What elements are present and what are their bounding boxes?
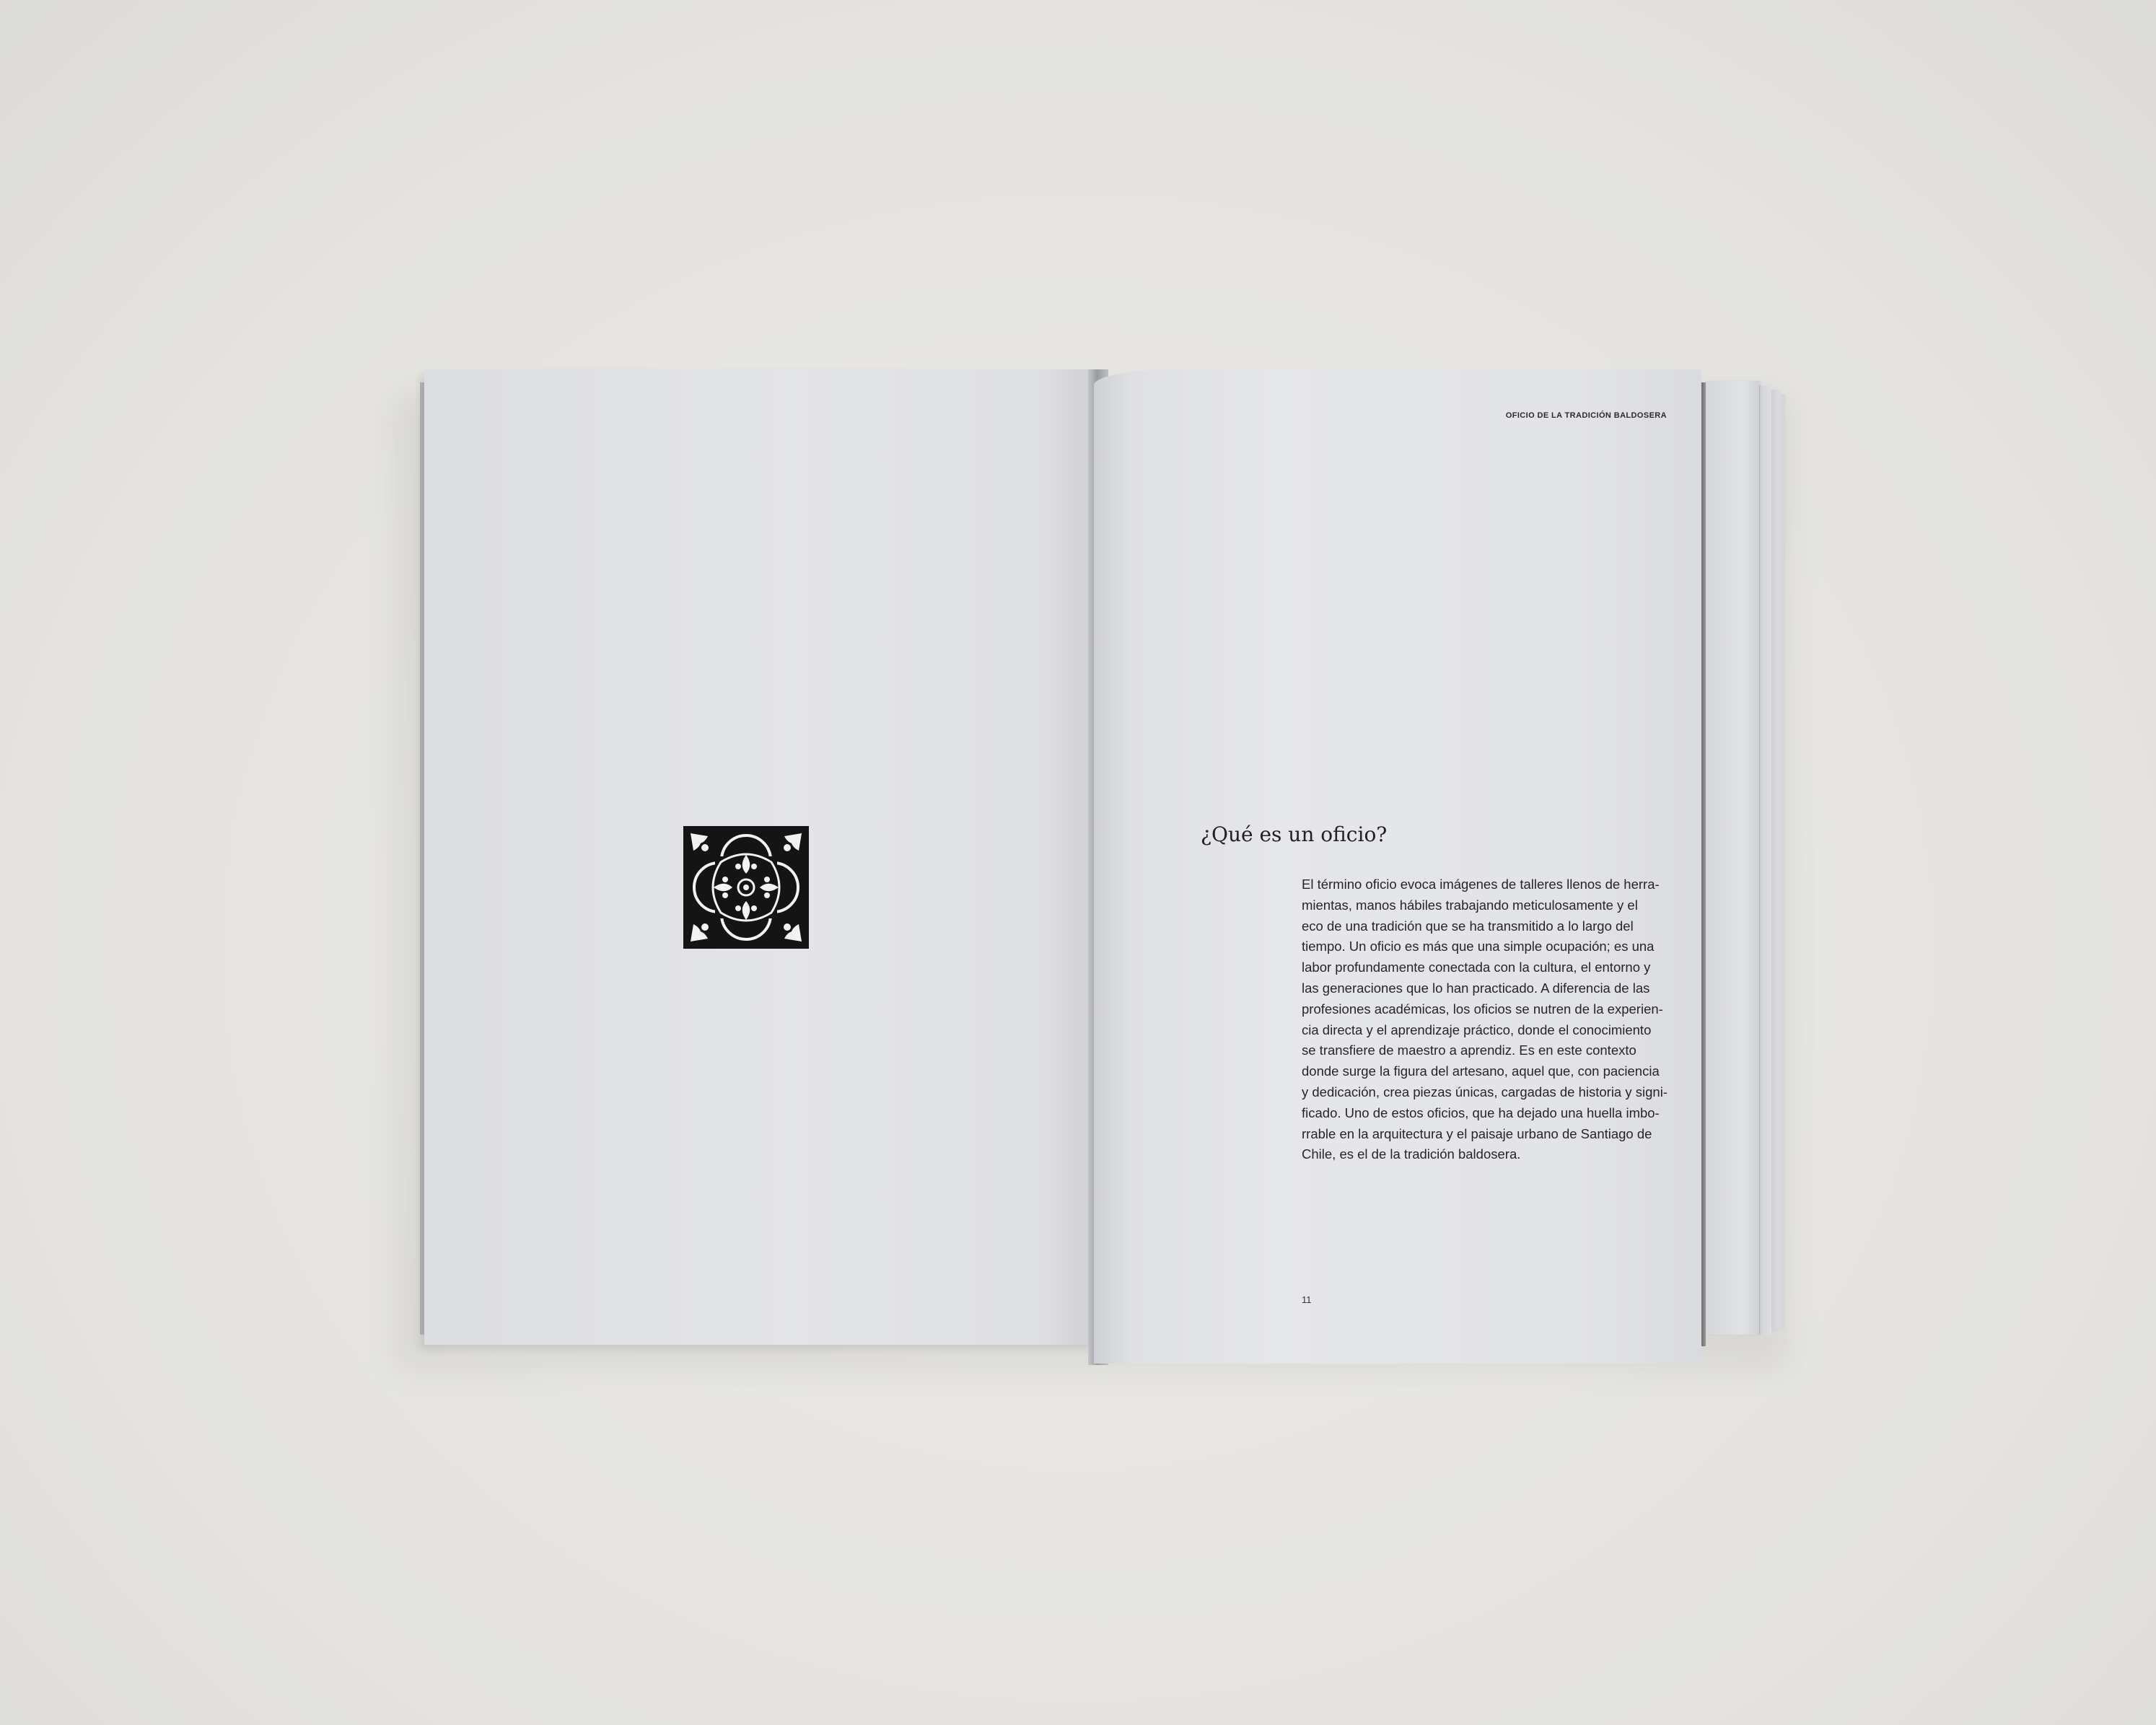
body-line: ficado. Uno de estos oficios, que ha dej… — [1302, 1105, 1660, 1120]
page-stack-edge — [1771, 390, 1780, 1332]
body-line: cia directa y el aprendizaje práctico, d… — [1302, 1022, 1652, 1037]
body-line: eco de una tradición que se ha transmiti… — [1302, 918, 1634, 934]
tile-ornament-icon — [683, 826, 809, 949]
body-line: se transfiere de maestro a aprendiz. Es … — [1302, 1043, 1636, 1058]
body-line: donde surge la figura del artesano, aque… — [1302, 1063, 1660, 1079]
body-paragraph: El término oficio evoca imágenes de tall… — [1302, 874, 1668, 1165]
page-stack-edge — [1779, 394, 1786, 1329]
body-line: las generaciones que lo han practicado. … — [1302, 980, 1650, 996]
body-line: tiempo. Un oficio es más que una simple … — [1302, 939, 1655, 954]
section-heading: ¿Qué es un oficio? — [1201, 822, 1388, 846]
running-head: OFICIO DE LA TRADICIÓN BALDOSERA — [1505, 411, 1667, 420]
page-stack-edge — [1706, 381, 1759, 1335]
page-stack-edge — [1759, 385, 1771, 1335]
right-page — [1094, 369, 1701, 1364]
body-line: profesiones académicas, los oficios se n… — [1302, 1001, 1663, 1017]
body-line: rrable en la arquitectura y el paisaje u… — [1302, 1125, 1652, 1141]
body-line: El término oficio evoca imágenes de tall… — [1302, 877, 1660, 892]
body-line: labor profundamente conectada con la cul… — [1302, 960, 1651, 975]
body-line: y dedicación, crea piezas únicas, cargad… — [1302, 1084, 1668, 1099]
body-line: Chile, es el de la tradición baldosera. — [1302, 1146, 1521, 1162]
body-line: mientas, manos hábiles trabajando meticu… — [1302, 897, 1638, 913]
page-number: 11 — [1302, 1294, 1312, 1305]
